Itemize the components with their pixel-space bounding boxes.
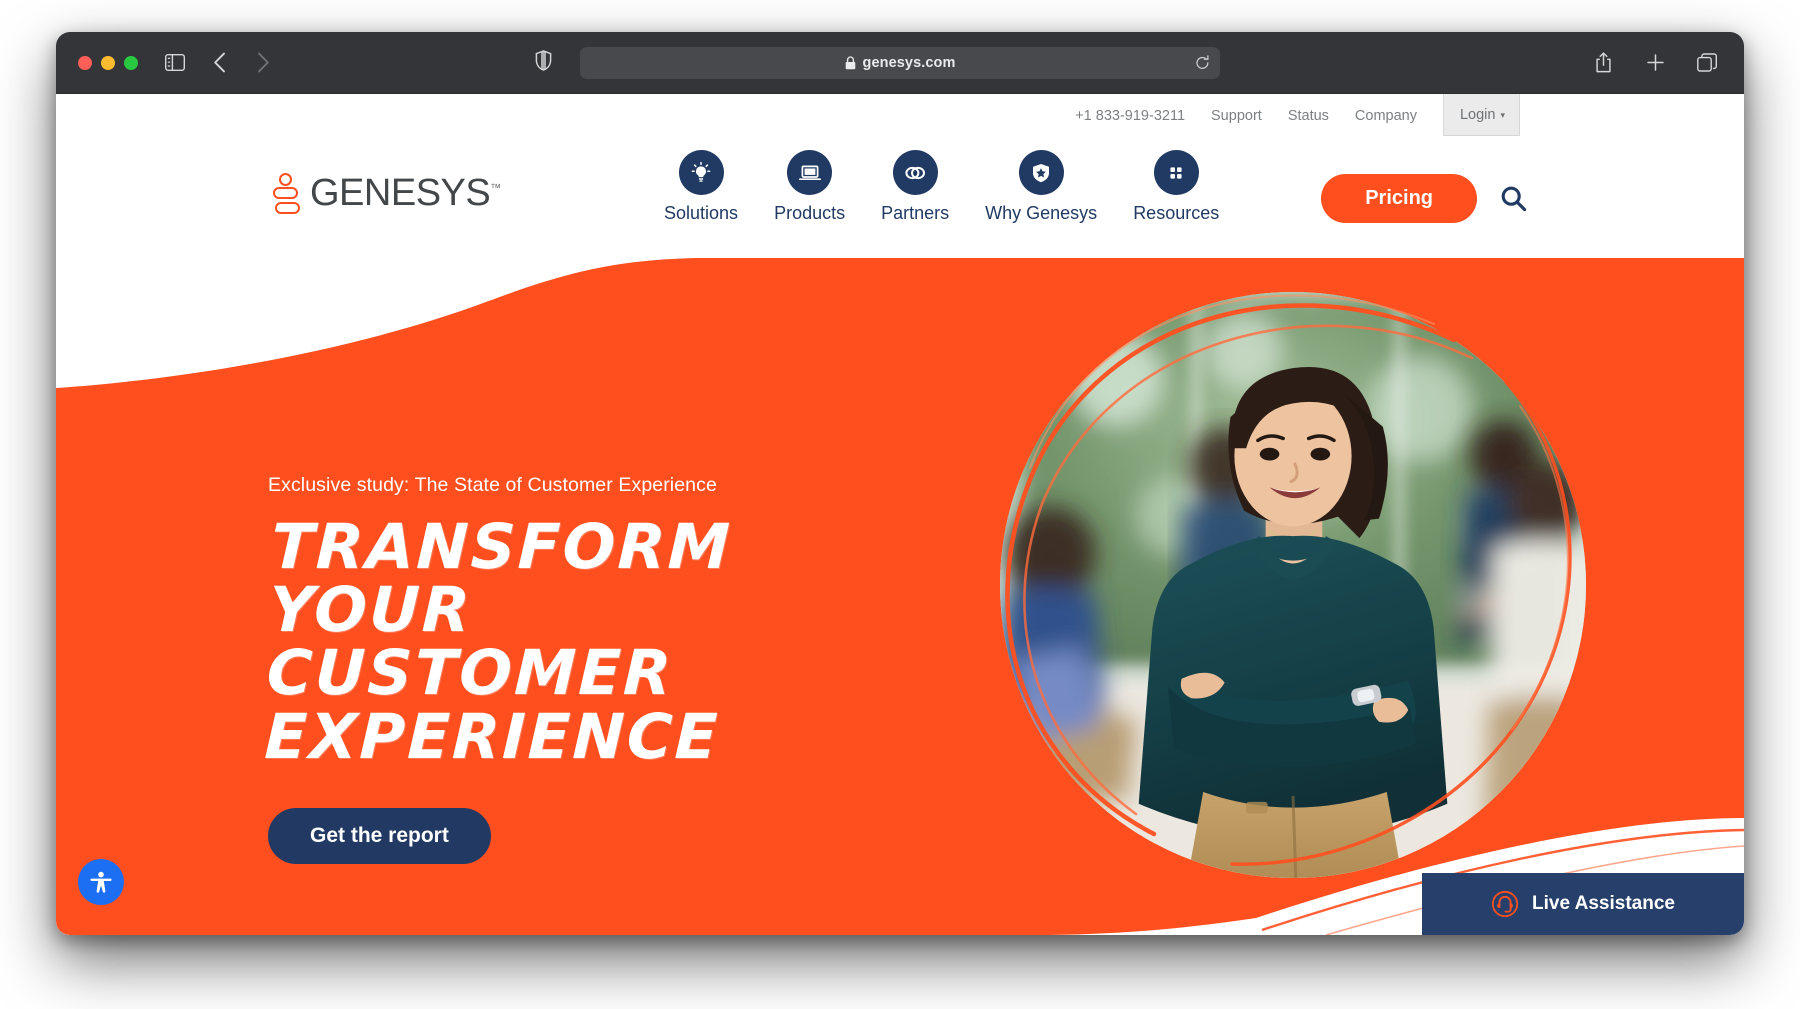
hero-headline-line2: customer experience [263, 636, 721, 773]
hero-photo-circle [1000, 292, 1586, 878]
accessibility-button[interactable] [78, 859, 124, 905]
hero-image [986, 278, 1600, 892]
genesys-logomark-icon [272, 172, 300, 215]
desktop-backdrop: genesys.com +1 833-919-3211 Support Stat… [0, 0, 1800, 1009]
toolbar-right-actions [1588, 48, 1722, 78]
chevron-down-icon: ▾ [1500, 110, 1505, 120]
reload-icon[interactable] [1195, 54, 1210, 71]
trademark-symbol: ™ [490, 182, 501, 195]
pricing-button[interactable]: Pricing [1321, 174, 1477, 223]
browser-toolbar: genesys.com [56, 32, 1744, 94]
login-dropdown[interactable]: Login ▾ [1442, 94, 1520, 136]
genesys-wordmark: GENESYS™ [310, 172, 501, 215]
navigation-arrows [204, 48, 278, 78]
search-icon[interactable] [1499, 184, 1528, 213]
nav-item-solutions[interactable]: Solutions [664, 150, 738, 224]
live-assistance-widget[interactable]: Live Assistance [1422, 873, 1744, 935]
browser-window: genesys.com +1 833-919-3211 Support Stat… [56, 32, 1744, 935]
lock-icon [845, 55, 855, 69]
nav-item-partners[interactable]: Partners [881, 150, 949, 224]
nav-label-resources: Resources [1133, 203, 1220, 223]
live-assistance-label: Live Assistance [1532, 893, 1675, 914]
laptop-icon [787, 150, 833, 195]
nav-item-why-genesys[interactable]: Why Genesys [985, 150, 1097, 224]
utility-link-company[interactable]: Company [1355, 108, 1417, 124]
privacy-shield-icon[interactable] [535, 49, 552, 76]
nav-label-products: Products [774, 203, 846, 223]
forward-button[interactable] [248, 48, 278, 78]
lightbulb-icon [678, 150, 724, 195]
login-label: Login [1459, 106, 1496, 123]
url-text-group: genesys.com [845, 55, 956, 71]
hero-photo-illustration [1000, 292, 1586, 878]
header-actions: Pricing [1321, 174, 1528, 223]
hero-headline: Transform your customer experience [263, 510, 933, 773]
utility-phone[interactable]: +1 833-919-3211 [1075, 108, 1185, 124]
close-window-button[interactable] [78, 55, 92, 70]
hero-headline-line1: Transform your [267, 510, 734, 647]
interlocking-rings-icon [892, 150, 938, 195]
headset-icon [1491, 890, 1519, 918]
window-controls [78, 55, 138, 70]
logo-word-text: GENESYS [310, 172, 491, 214]
minimize-window-button[interactable] [101, 55, 115, 70]
primary-nav: Solutions Products Partners Why Genesys … [664, 150, 1219, 224]
address-bar-container: genesys.com [535, 46, 1220, 79]
site-header: GENESYS™ Solutions Products Partners Why… [56, 138, 1744, 258]
back-button[interactable] [204, 48, 234, 78]
accessibility-person-icon [90, 871, 112, 893]
zoom-window-button[interactable] [124, 55, 138, 70]
sidebar-icon[interactable] [160, 48, 190, 78]
nav-item-products[interactable]: Products [774, 150, 845, 224]
hero-section: Exclusive study: The State of Customer E… [56, 258, 1744, 935]
utility-link-status[interactable]: Status [1288, 108, 1329, 124]
nav-label-partners: Partners [881, 203, 950, 223]
plus-icon[interactable] [1640, 48, 1670, 78]
share-icon[interactable] [1588, 48, 1618, 78]
nav-item-resources[interactable]: Resources [1133, 150, 1219, 224]
utility-link-support[interactable]: Support [1211, 108, 1262, 124]
tab-overview-icon[interactable] [1692, 48, 1722, 78]
nav-label-solutions: Solutions [664, 203, 739, 223]
nav-label-why-genesys: Why Genesys [985, 203, 1098, 223]
hero-copy: Exclusive study: The State of Customer E… [263, 474, 928, 864]
utility-nav: +1 833-919-3211 Support Status Company L… [1075, 94, 1744, 138]
get-the-report-button[interactable]: Get the report [268, 807, 491, 864]
address-bar[interactable]: genesys.com [580, 46, 1220, 79]
url-label: genesys.com [862, 54, 956, 71]
page-viewport: +1 833-919-3211 Support Status Company L… [56, 94, 1744, 935]
genesys-logo[interactable]: GENESYS™ [272, 172, 501, 215]
grid-dots-icon [1153, 150, 1199, 195]
hero-eyebrow: Exclusive study: The State of Customer E… [268, 474, 717, 496]
shield-star-icon [1018, 150, 1064, 195]
